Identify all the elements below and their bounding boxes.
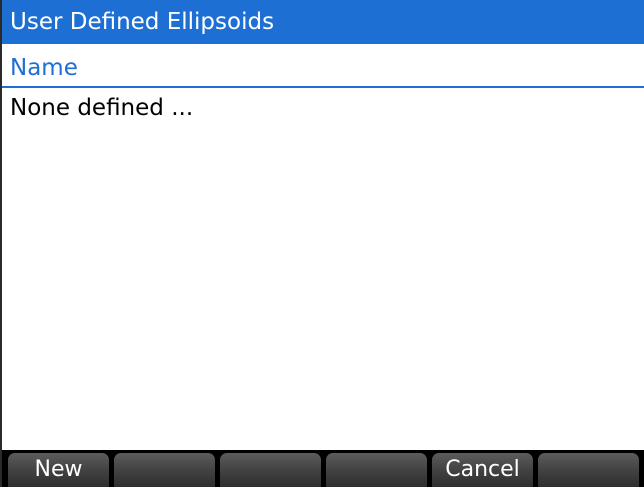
column-header-name: Name <box>10 55 78 81</box>
softkey-menu: New Cancel <box>2 450 644 487</box>
app-screen: User Defined Ellipsoids Name None define… <box>0 0 644 487</box>
ellipsoid-list[interactable]: None defined ... <box>2 89 644 449</box>
softkey-4[interactable] <box>326 453 427 487</box>
screen-title: User Defined Ellipsoids <box>2 0 644 44</box>
list-item-empty[interactable]: None defined ... <box>2 89 644 127</box>
softkey-cancel[interactable]: Cancel <box>432 453 533 487</box>
softkey-6[interactable] <box>538 453 639 487</box>
softkey-2[interactable] <box>114 453 215 487</box>
title-separator <box>2 44 644 47</box>
softkey-new[interactable]: New <box>8 453 109 487</box>
column-header-divider <box>2 86 644 88</box>
softkey-3[interactable] <box>220 453 321 487</box>
